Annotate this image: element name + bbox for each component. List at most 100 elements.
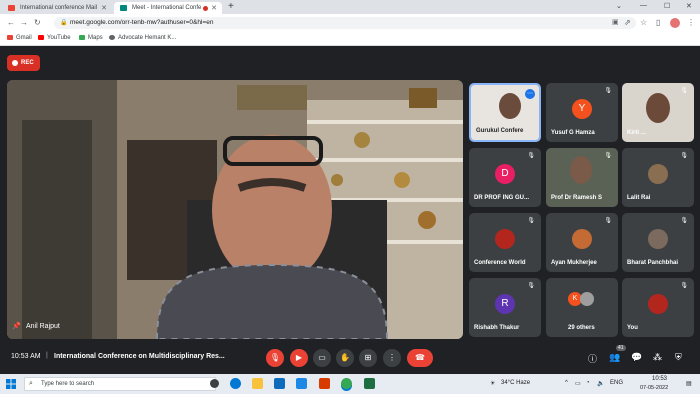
participant-name: You bbox=[627, 325, 638, 331]
more-vert-icon: ⋮ bbox=[388, 353, 396, 362]
activities-icon[interactable]: ⁂ bbox=[653, 352, 662, 363]
search-placeholder: Type here to search bbox=[41, 381, 95, 387]
camera-icon[interactable]: ▣ bbox=[612, 18, 619, 26]
menu-icon[interactable]: ⋮ bbox=[687, 18, 695, 27]
participant-tile[interactable]: ⋯ Gurukul Confere bbox=[469, 83, 541, 142]
participant-name: Bharat Panchbhai bbox=[627, 260, 679, 266]
hand-icon: ✋ bbox=[340, 353, 350, 362]
participant-tile[interactable]: 🎙 You bbox=[622, 278, 694, 337]
speaker-video bbox=[7, 80, 463, 339]
clock-time[interactable]: 10:53 bbox=[652, 376, 667, 382]
weather-icon[interactable]: ☀ bbox=[490, 380, 495, 387]
language-indicator[interactable]: ENG bbox=[610, 380, 623, 386]
store-icon[interactable] bbox=[296, 378, 307, 389]
weather-text[interactable]: 34°C Haze bbox=[501, 380, 530, 386]
speaker-name: Anil Rajput bbox=[26, 323, 60, 330]
reload-icon[interactable]: ↻ bbox=[34, 18, 41, 27]
meeting-time: 10:53 AM bbox=[11, 353, 41, 360]
edge-icon[interactable] bbox=[230, 378, 241, 389]
mic-off-icon: 🎙 bbox=[604, 218, 612, 224]
maximize-icon[interactable]: ☐ bbox=[664, 2, 670, 10]
globe-icon bbox=[109, 35, 115, 40]
meet-control-bar: 10:53 AM | International Conference on M… bbox=[0, 345, 700, 371]
gmail-icon bbox=[8, 5, 15, 11]
participant-tile[interactable]: 🎙 Kirti ... bbox=[622, 83, 694, 142]
participant-tile[interactable]: 🎙 Conference World bbox=[469, 213, 541, 272]
clock-date[interactable]: 07-05-2022 bbox=[640, 385, 668, 391]
mic-off-icon: 🎙 bbox=[269, 353, 281, 362]
volume-icon[interactable]: 🔈 bbox=[597, 380, 604, 387]
close-window-icon[interactable]: ✕ bbox=[686, 2, 692, 10]
recording-dot-icon bbox=[203, 6, 208, 11]
participant-tile[interactable]: 🎙 Y Yusuf G Hamza bbox=[546, 83, 618, 142]
bookmark-maps[interactable]: Maps bbox=[79, 35, 103, 41]
taskbar-search-box[interactable]: ⌕ Type here to search bbox=[24, 377, 216, 391]
profile-avatar[interactable] bbox=[670, 18, 680, 28]
chat-icon[interactable]: 💬 bbox=[631, 352, 642, 363]
task-view-icon[interactable] bbox=[210, 379, 219, 388]
more-options-button[interactable]: ⋮ bbox=[383, 349, 401, 367]
tab-mail[interactable]: International conference Mail ✕ bbox=[2, 2, 112, 14]
chrome-icon[interactable] bbox=[341, 378, 352, 389]
mic-off-icon: 🎙 bbox=[604, 88, 612, 94]
avatar bbox=[648, 164, 668, 184]
share-icon[interactable]: ⇗ bbox=[624, 18, 631, 27]
recording-badge[interactable]: REC bbox=[7, 55, 40, 71]
star-icon[interactable]: ☆ bbox=[640, 18, 647, 27]
participant-tile[interactable]: 🎙 Ayan Mukherjee bbox=[546, 213, 618, 272]
mic-toggle-button[interactable]: 🎙 bbox=[266, 349, 284, 367]
leave-call-button[interactable]: ☎ bbox=[407, 349, 433, 367]
url-bar[interactable]: 🔒 meet.google.com/orr-tenb-mw?authuser=0… bbox=[54, 17, 636, 29]
participant-tile[interactable]: 🎙 Lalit Rai bbox=[622, 148, 694, 207]
tray-expand-icon[interactable]: ^ bbox=[565, 380, 568, 386]
captions-button[interactable]: ▭ bbox=[313, 349, 331, 367]
main-video-tile[interactable] bbox=[7, 80, 463, 339]
excel-icon[interactable] bbox=[364, 378, 375, 389]
bookmark-advocate[interactable]: Advocate Hemant K... bbox=[109, 35, 176, 41]
bookmark-gmail[interactable]: Gmail bbox=[7, 35, 32, 41]
participant-tile[interactable]: 🎙 Prof Dr Ramesh S bbox=[546, 148, 618, 207]
mail-icon[interactable] bbox=[274, 378, 285, 389]
avatar: Y bbox=[572, 99, 592, 119]
battery-icon[interactable]: ▭ bbox=[575, 380, 581, 387]
address-bar-row: ← → ↻ 🔒 meet.google.com/orr-tenb-mw?auth… bbox=[0, 14, 700, 32]
back-icon[interactable]: ← bbox=[7, 18, 15, 27]
sidebar-icon[interactable]: ▯ bbox=[656, 18, 660, 27]
tab-meet[interactable]: Meet - International Confe ✕ bbox=[114, 2, 222, 14]
mic-off-icon: 🎙 bbox=[527, 283, 535, 289]
new-tab-button[interactable]: + bbox=[228, 1, 234, 12]
participant-video bbox=[646, 93, 670, 123]
browser-tab-strip: International conference Mail ✕ Meet - I… bbox=[0, 0, 700, 14]
meet-icon bbox=[120, 5, 127, 11]
participant-tile[interactable]: 🎙 R Rishabh Thakur bbox=[469, 278, 541, 337]
present-button[interactable]: ⊞ bbox=[359, 349, 377, 367]
participant-name: Prof Dr Ramesh S bbox=[551, 195, 603, 201]
avatar bbox=[580, 292, 594, 306]
file-explorer-icon[interactable] bbox=[252, 378, 263, 389]
wifi-icon[interactable]: ◔ bbox=[586, 380, 590, 386]
participant-name: DR PROF ING GU... bbox=[474, 195, 530, 201]
chevron-down-icon[interactable]: ⌄ bbox=[616, 2, 622, 10]
more-options-icon[interactable]: ⋯ bbox=[525, 89, 535, 99]
minimize-icon[interactable]: — bbox=[640, 2, 647, 9]
pin-icon[interactable]: 📌 bbox=[12, 322, 21, 330]
close-icon[interactable]: ✕ bbox=[101, 4, 107, 12]
office-icon[interactable] bbox=[319, 378, 330, 389]
divider: | bbox=[46, 352, 48, 359]
info-icon[interactable]: ⓘ bbox=[588, 352, 597, 365]
forward-icon[interactable]: → bbox=[20, 18, 28, 27]
others-tile[interactable]: K 29 others bbox=[546, 278, 618, 337]
participant-tile[interactable]: 🎙 Bharat Panchbhai bbox=[622, 213, 694, 272]
raise-hand-button[interactable]: ✋ bbox=[336, 349, 354, 367]
notification-icon[interactable]: ▤ bbox=[686, 380, 692, 387]
camera-toggle-button[interactable]: ▶ bbox=[290, 349, 308, 367]
mic-off-icon: 🎙 bbox=[527, 218, 535, 224]
close-icon[interactable]: ✕ bbox=[211, 4, 217, 12]
participant-tile[interactable]: 🎙 D DR PROF ING GU... bbox=[469, 148, 541, 207]
participant-name: Ayan Mukherjee bbox=[551, 260, 597, 266]
host-controls-icon[interactable]: ⛨ bbox=[675, 352, 682, 363]
windows-start-icon[interactable] bbox=[6, 379, 16, 389]
bookmark-youtube[interactable]: YouTube bbox=[38, 35, 71, 41]
people-icon[interactable]: 👥 bbox=[609, 352, 620, 363]
mic-off-icon: 🎙 bbox=[604, 153, 612, 159]
